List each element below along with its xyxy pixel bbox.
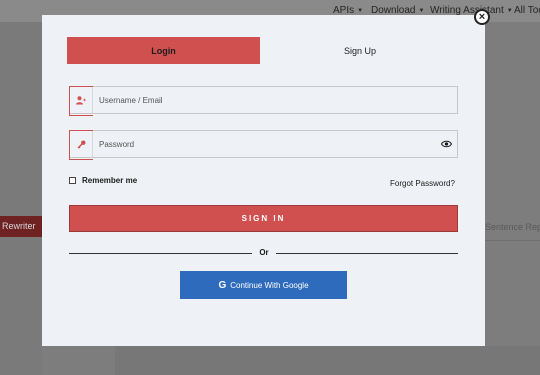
remember-me-checkbox[interactable]: Remember me	[69, 176, 137, 185]
or-label: Or	[252, 247, 276, 259]
google-button-label: Continue With Google	[230, 280, 309, 290]
background-left-panel	[0, 22, 42, 375]
nav-item-all-tools[interactable]: All Tools	[514, 5, 540, 16]
password-input[interactable]	[99, 131, 429, 157]
remember-me-label: Remember me	[82, 176, 138, 185]
google-icon: G	[218, 279, 227, 291]
password-field	[69, 130, 458, 160]
caret-down-icon: ▼	[506, 8, 513, 14]
key-icon	[69, 130, 93, 160]
checkbox-icon[interactable]	[69, 177, 76, 184]
forgot-password-link[interactable]: Forgot Password?	[390, 179, 455, 188]
eye-icon[interactable]	[441, 139, 452, 149]
caret-down-icon: ▼	[357, 8, 364, 14]
sign-in-button[interactable]: SIGN IN	[69, 205, 458, 232]
background-content-block	[115, 346, 540, 375]
tab-login[interactable]: Login	[67, 37, 260, 64]
username-field	[69, 86, 458, 116]
background-sentence-rephraser-text: Sentence Rephraser	[485, 222, 540, 232]
caret-down-icon: ▼	[418, 8, 425, 14]
background-rewriter-button[interactable]: Rewriter	[0, 216, 42, 237]
continue-with-google-button[interactable]: G Continue With Google	[180, 271, 347, 299]
close-icon[interactable]: ×	[474, 9, 490, 25]
username-input[interactable]	[99, 87, 429, 113]
add-user-icon	[69, 86, 93, 116]
background-divider	[485, 240, 540, 241]
tab-signup[interactable]: Sign Up	[260, 37, 460, 64]
